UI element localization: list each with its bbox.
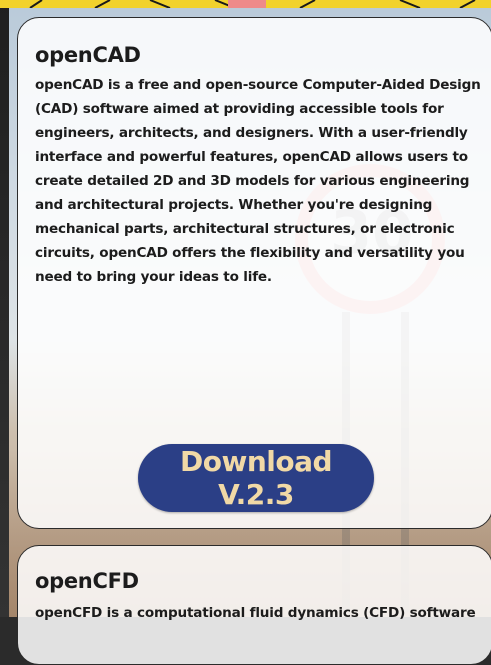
card-description: openCAD is a free and open-source Comput… — [35, 77, 481, 285]
banner-pattern — [29, 0, 476, 8]
card-title: openCAD — [35, 43, 141, 67]
card-title: openCFD — [35, 569, 139, 593]
top-decorative-banner — [0, 0, 491, 8]
opencfd-card: openCFD openCFD is a computational fluid… — [17, 545, 491, 665]
left-edge-rail — [0, 0, 9, 617]
card-description: openCFD is a computational fluid dynamic… — [35, 605, 476, 621]
opencad-card: openCAD openCAD is a free and open-sourc… — [17, 17, 491, 529]
download-button[interactable]: Download V.2.3 — [138, 444, 374, 512]
